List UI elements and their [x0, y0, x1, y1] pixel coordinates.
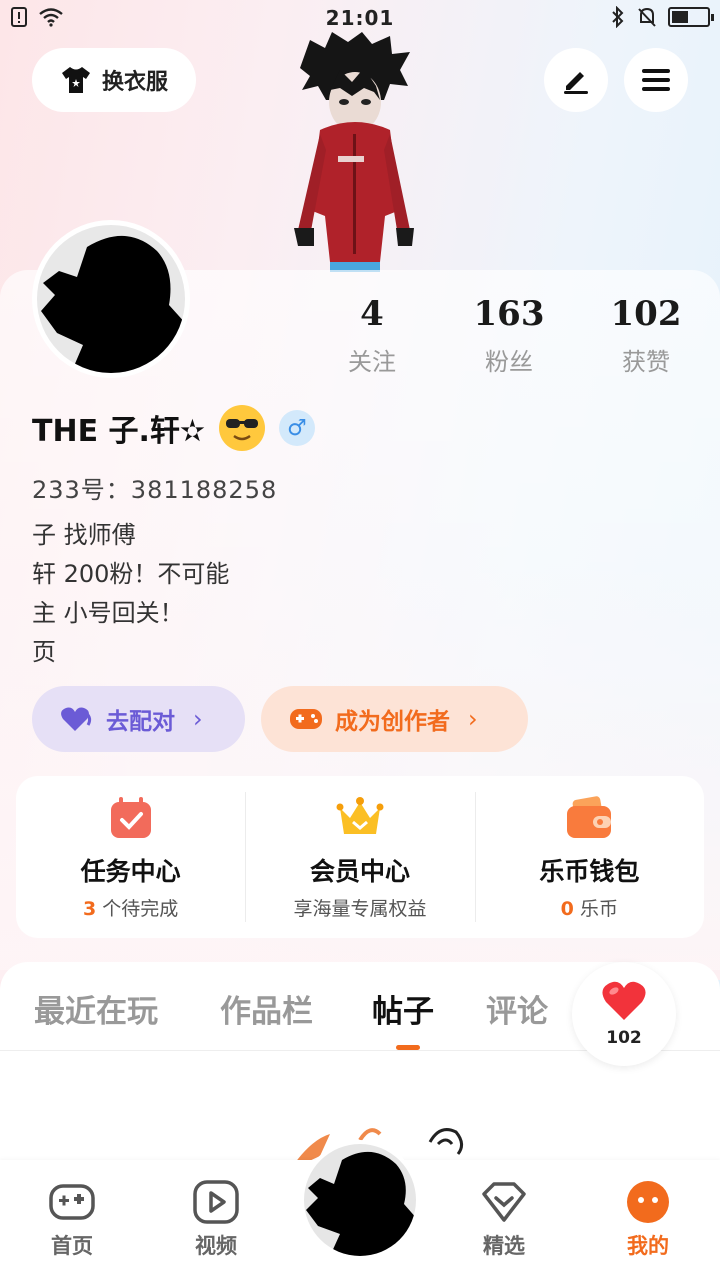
- become-creator-label: 成为创作者: [335, 709, 450, 735]
- feature-subtitle-text: 乐币: [579, 898, 618, 920]
- chevron-right-icon: ›: [193, 705, 203, 733]
- bluetooth-icon: [612, 6, 624, 28]
- bio-line: 子 找师傅: [32, 521, 136, 549]
- stat-likes-label: 获赞: [622, 348, 670, 376]
- username: THE 子.轩✫: [32, 414, 206, 449]
- name-row: THE 子.轩✫ ♂: [32, 405, 316, 451]
- tab-comments[interactable]: 评论: [486, 986, 548, 1031]
- tab-works[interactable]: 作品栏: [220, 986, 313, 1031]
- feature-subtitle: 0 乐币: [475, 894, 704, 921]
- profile-face-icon: [627, 1181, 669, 1223]
- likes-bubble[interactable]: 102: [572, 962, 676, 1066]
- stat-followers-label: 粉丝: [485, 348, 533, 376]
- match-button[interactable]: 去配对 ›: [32, 686, 245, 752]
- nav-video[interactable]: 视频: [166, 1180, 266, 1260]
- bio-line: 主 小号回关！: [32, 599, 184, 627]
- pencil-icon: [564, 72, 588, 94]
- battery-icon: [668, 7, 714, 27]
- stat-following[interactable]: 4 关注: [312, 294, 432, 377]
- stat-following-label: 关注: [348, 348, 396, 376]
- tab-recently-played[interactable]: 最近在玩: [34, 986, 158, 1031]
- vip-center[interactable]: 会员中心 享海量专属权益: [245, 776, 474, 938]
- chevron-right-icon: ›: [468, 705, 478, 733]
- feature-subtitle-text: 享海量专属权益: [293, 898, 427, 920]
- nav-featured-label: 精选: [483, 1234, 525, 1258]
- crown-icon: [336, 797, 384, 834]
- feature-subtitle: 享海量专属权益: [245, 894, 474, 921]
- nav-me-label: 我的: [627, 1234, 669, 1258]
- change-outfit-button[interactable]: 换衣服: [32, 48, 196, 112]
- nav-featured[interactable]: 精选: [454, 1180, 554, 1260]
- stat-likes[interactable]: 102 获赞: [586, 294, 706, 377]
- center-avatar-button[interactable]: [300, 1140, 420, 1260]
- tshirt-icon: [61, 67, 90, 93]
- gamepad-home-icon: [49, 1184, 95, 1220]
- bio-line: 页: [32, 638, 56, 666]
- sunglasses-emoji-icon: [219, 405, 266, 451]
- avatar-silhouette-image: [41, 236, 185, 373]
- status-right-icons: [610, 6, 714, 28]
- feature-card: 任务中心 3 个待完成 会员中心 享海量专属权益 乐币钱包 0 乐币: [16, 776, 704, 938]
- stat-followers[interactable]: 163 粉丝: [449, 294, 569, 377]
- menu-icon: [642, 69, 670, 91]
- wallet-icon: [567, 796, 612, 838]
- character-avatar[interactable]: [280, 30, 430, 272]
- change-outfit-label: 换衣服: [101, 70, 168, 95]
- feature-subtitle-text: 个待完成: [102, 898, 179, 920]
- nav-home-label: 首页: [51, 1234, 93, 1258]
- menu-button[interactable]: [624, 48, 688, 112]
- nav-home[interactable]: 首页: [22, 1180, 122, 1260]
- feature-title: 乐币钱包: [539, 857, 640, 886]
- edit-button[interactable]: [544, 48, 608, 112]
- user-id: 233号：381188258: [32, 476, 278, 504]
- feature-title: 会员中心: [309, 857, 410, 886]
- pending-task-count: 3: [83, 898, 97, 920]
- profile-avatar[interactable]: [32, 220, 190, 378]
- nav-video-label: 视频: [195, 1234, 237, 1258]
- gamepad-icon: [290, 709, 322, 729]
- play-video-icon: [193, 1180, 239, 1224]
- tab-posts[interactable]: 帖子: [372, 986, 434, 1031]
- stat-following-value: 4: [360, 294, 384, 334]
- coin-balance: 0: [560, 898, 574, 920]
- become-creator-button[interactable]: 成为创作者 ›: [261, 686, 528, 752]
- bio-line: 轩 200粉！不可能: [32, 560, 230, 588]
- mute-bell-icon: [638, 7, 656, 27]
- heart-icon: [602, 981, 646, 1020]
- diamond-featured-icon: [482, 1182, 526, 1222]
- center-avatar-silhouette-image: [306, 1152, 416, 1256]
- coin-wallet[interactable]: 乐币钱包 0 乐币: [474, 776, 704, 938]
- stat-likes-value: 102: [610, 294, 682, 334]
- likes-count: 102: [606, 1028, 642, 1048]
- match-label: 去配对: [106, 709, 175, 735]
- heart-match-icon: [61, 707, 92, 731]
- profile-bio: 子 找师傅 轩 200粉！不可能 主 小号回关！ 页: [32, 516, 229, 672]
- nav-me[interactable]: 我的: [598, 1180, 698, 1260]
- feature-title: 任务中心: [80, 857, 181, 886]
- task-center[interactable]: 任务中心 3 个待完成: [16, 776, 245, 938]
- feature-subtitle: 3 个待完成: [16, 894, 245, 921]
- male-gender-icon: ♂: [279, 410, 316, 446]
- calendar-check-icon: [110, 797, 151, 838]
- stat-followers-value: 163: [473, 294, 545, 334]
